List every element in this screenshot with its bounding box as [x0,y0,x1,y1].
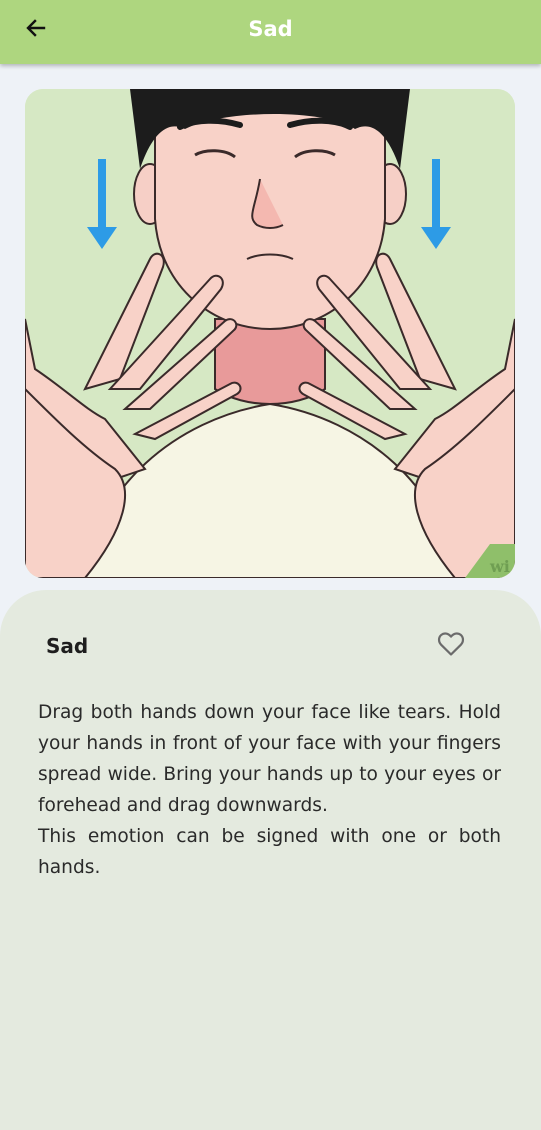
sign-name: Sad [46,634,89,658]
page-title: Sad [248,17,293,41]
sign-description: Drag both hands down your face like tear… [38,697,501,883]
favorite-button[interactable] [433,630,469,662]
description-paragraph: Drag both hands down your face like tear… [38,702,501,816]
app-bar: Sad [0,0,541,64]
watermark-text: wi [489,557,510,576]
heart-outline-icon [437,631,465,662]
description-paragraph: This emotion can be signed with one or b… [38,826,501,878]
sign-illustration: wi [25,89,515,578]
